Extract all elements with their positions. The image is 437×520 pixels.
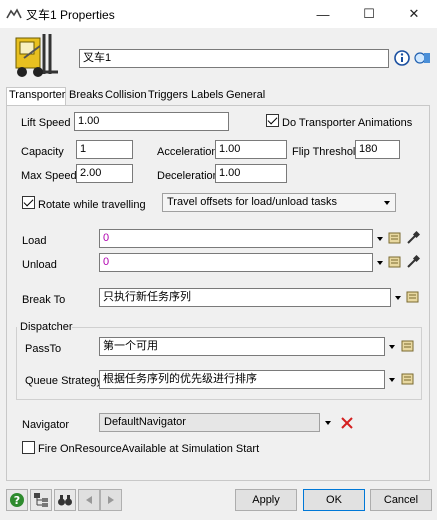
previous-button[interactable]: [78, 489, 100, 511]
object-name-input[interactable]: 叉车1: [79, 49, 389, 68]
load-label: Load: [22, 235, 47, 247]
find-button[interactable]: [54, 489, 76, 511]
break-to-dropdown-icon[interactable]: [395, 296, 401, 300]
forklift-icon: [15, 34, 58, 77]
max-speed-label: Max Speed: [21, 170, 77, 182]
travel-offsets-select[interactable]: Travel offsets for load/unload tasks: [162, 193, 396, 212]
flip-threshold-input[interactable]: 180: [355, 140, 400, 159]
unload-eyedropper-icon[interactable]: [406, 255, 420, 269]
pass-to-edit-script-icon[interactable]: [401, 339, 415, 353]
close-button[interactable]: ✕: [391, 0, 437, 28]
capacity-label: Capacity: [21, 146, 64, 158]
break-to-label: Break To: [22, 294, 66, 306]
queue-strategy-edit-script-icon[interactable]: [401, 372, 415, 386]
queue-strategy-input[interactable]: 根据任务序列的优先级进行排序: [99, 370, 385, 389]
binoculars-icon: [58, 495, 72, 506]
deceleration-input[interactable]: 1.00: [215, 164, 287, 183]
unload-code-input[interactable]: 0: [99, 253, 373, 272]
navigator-value: DefaultNavigator: [104, 416, 186, 428]
cancel-button[interactable]: Cancel: [370, 489, 432, 511]
load-eyedropper-icon[interactable]: [406, 231, 420, 245]
pass-to-label: PassTo: [25, 343, 62, 355]
do-animations-checkbox[interactable]: [266, 114, 279, 127]
triangle-left-icon: [86, 496, 92, 504]
queue-strategy-dropdown-icon[interactable]: [389, 378, 395, 382]
pass-to-input[interactable]: 第一个可用: [99, 337, 385, 356]
dispatcher-group-border: [72, 327, 422, 328]
tab-transporter[interactable]: Transporter: [6, 87, 66, 106]
break-to-input[interactable]: 只执行新任务序列: [99, 288, 391, 307]
svg-text:?: ?: [14, 494, 20, 507]
chevron-down-icon: [384, 201, 390, 205]
tab-collision[interactable]: Collision: [103, 88, 149, 105]
object-header: 叉车1: [0, 28, 437, 86]
triangle-right-icon: [108, 496, 114, 504]
flip-threshold-label: Flip Threshold: [292, 146, 362, 158]
navigator-label: Navigator: [22, 419, 70, 431]
fire-resource-checkbox[interactable]: [22, 441, 35, 454]
tree-view-button[interactable]: [30, 489, 52, 511]
window-title: 叉车1 Properties: [26, 8, 115, 22]
queue-strategy-label: Queue Strategy: [25, 375, 103, 387]
pass-to-dropdown-icon[interactable]: [389, 345, 395, 349]
tab-breaks[interactable]: Breaks: [67, 88, 105, 105]
load-code-input[interactable]: 0: [99, 229, 373, 248]
lift-speed-label: Lift Speed: [21, 117, 71, 129]
rotate-label: Rotate while travelling: [38, 199, 146, 211]
title-bar: 叉车1 Properties — ☐ ✕: [0, 0, 437, 28]
next-button[interactable]: [100, 489, 122, 511]
tab-general[interactable]: General: [224, 88, 267, 105]
load-edit-script-icon[interactable]: [388, 231, 402, 245]
tab-labels[interactable]: Labels: [189, 88, 225, 105]
fire-resource-label: Fire OnResourceAvailable at Simulation S…: [38, 443, 260, 455]
do-animations-label: Do Transporter Animations: [282, 117, 413, 129]
app-logo-icon: [6, 8, 22, 19]
ok-button[interactable]: OK: [303, 489, 365, 511]
acceleration-label: Acceleration: [157, 146, 218, 158]
info-icon[interactable]: [394, 50, 410, 66]
unload-dropdown-icon[interactable]: [377, 261, 383, 265]
apply-button[interactable]: Apply: [235, 489, 297, 511]
unload-label: Unload: [22, 259, 57, 271]
tab-triggers[interactable]: Triggers: [146, 88, 190, 105]
max-speed-input[interactable]: 2.00: [76, 164, 133, 183]
help-button[interactable]: ?: [6, 489, 28, 511]
navigator-select[interactable]: DefaultNavigator: [99, 413, 320, 432]
maximize-button[interactable]: ☐: [346, 0, 392, 28]
help-icon: ?: [10, 493, 24, 507]
tree-view-icon: [34, 493, 48, 507]
minimize-button[interactable]: —: [300, 0, 346, 28]
navigator-dropdown-icon[interactable]: [325, 421, 331, 425]
travel-offsets-value: Travel offsets for load/unload tasks: [167, 196, 337, 208]
unload-edit-script-icon[interactable]: [388, 255, 402, 269]
capacity-input[interactable]: 1: [76, 140, 133, 159]
rotate-checkbox[interactable]: [22, 196, 35, 209]
deceleration-label: Deceleration: [157, 170, 219, 182]
load-dropdown-icon[interactable]: [377, 237, 383, 241]
delete-x-icon[interactable]: [340, 416, 354, 430]
reference-icon[interactable]: [413, 50, 431, 66]
lift-speed-input[interactable]: 1.00: [74, 112, 229, 131]
break-to-edit-script-icon[interactable]: [406, 290, 420, 304]
acceleration-input[interactable]: 1.00: [215, 140, 287, 159]
